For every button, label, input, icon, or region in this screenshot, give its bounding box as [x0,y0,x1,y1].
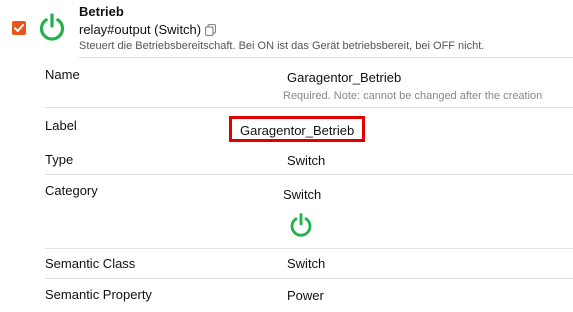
checkmark-icon [14,24,24,32]
semantic-property-key: Semantic Property [45,287,152,302]
label-value[interactable]: Garagentor_Betrieb [240,123,354,138]
category-value: Switch [283,187,322,202]
divider [79,57,573,58]
channel-description: Steuert die Betriebsbereitschaft. Bei ON… [79,40,485,52]
category-power-icon [290,213,312,237]
channel-title: Betrieb [79,4,124,19]
divider [45,174,573,175]
divider [45,278,573,279]
semantic-property-value: Power [287,288,324,303]
type-value: Switch [287,153,326,168]
label-key: Label [45,118,77,133]
divider [45,107,573,108]
category-key: Category [45,183,98,198]
name-note: Required. Note: cannot be changed after … [283,90,543,102]
power-icon [39,13,65,41]
copy-icon[interactable] [205,24,217,36]
type-key: Type [45,152,74,167]
channel-subtitle: relay#output (Switch) [79,22,202,37]
channel-header: Betrieb relay#output (Switch) Steuert di… [0,0,573,60]
divider [45,248,573,249]
label-value-highlight[interactable]: Garagentor_Betrieb [229,116,365,142]
channel-subtitle-row: relay#output (Switch) [79,22,217,37]
channel-checkbox[interactable] [12,21,26,35]
semantic-class-key: Semantic Class [45,256,136,271]
semantic-class-value: Switch [287,256,326,271]
name-value[interactable]: Garagentor_Betrieb [287,70,401,85]
name-key: Name [45,67,80,82]
